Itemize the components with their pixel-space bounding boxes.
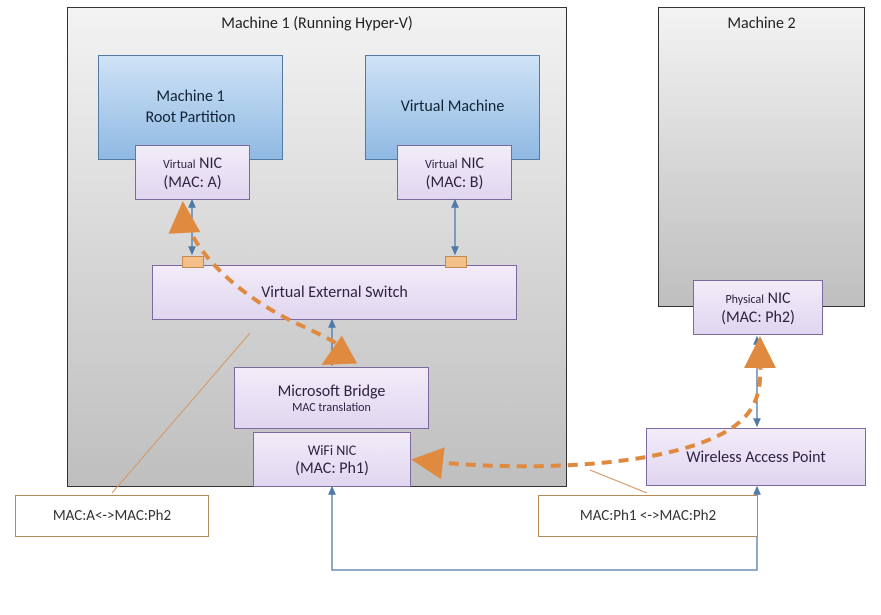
annot-left: MAC:A<->MAC:Ph2 [15,495,209,537]
wap-label: Wireless Access Point [686,448,826,467]
physical-nic: Physical NIC (MAC: Ph2) [693,280,823,335]
machine2-title: Machine 2 [659,14,864,33]
virtual-nic-b: Virtual NIC (MAC: B) [397,145,512,200]
nic-a-small: Virtual [163,158,196,172]
bridge-box: Microsoft Bridge MAC translation [234,367,429,429]
phys-big: NIC [768,289,791,308]
nic-b-small: Virtual [425,158,458,172]
annot-left-text: MAC:A<->MAC:Ph2 [53,507,171,525]
root-line1: Machine 1 [156,87,224,108]
wap-box: Wireless Access Point [646,428,866,486]
virtual-switch: Virtual External Switch [152,265,517,320]
bridge-sub: MAC translation [292,401,371,415]
switch-label: Virtual External Switch [261,283,408,302]
ptr-right-annot [590,470,647,493]
annot-right-text: MAC:Ph1 <->MAC:Ph2 [580,507,716,525]
vm-label: Virtual Machine [401,97,505,118]
nic-a-big: NIC [199,154,222,173]
wifi-mac: (MAC: Ph1) [295,459,369,478]
wifi-nic: WiFi NIC (MAC: Ph1) [253,432,411,487]
wifi-label: WiFi NIC [308,442,357,459]
phys-small: Physical [725,293,764,307]
bridge-label: Microsoft Bridge [278,382,386,401]
root-line2: Root Partition [145,108,235,129]
nic-b-mac: (MAC: B) [426,173,484,192]
switch-tab-left [182,256,204,268]
machine1-title: Machine 1 (Running Hyper-V) [68,14,566,33]
annot-right: MAC:Ph1 <->MAC:Ph2 [538,495,758,537]
nic-a-mac: (MAC: A) [163,173,221,192]
machine2-panel: Machine 2 [658,7,865,307]
switch-tab-right [445,256,467,268]
virtual-nic-a: Virtual NIC (MAC: A) [135,145,250,200]
nic-b-big: NIC [461,154,484,173]
phys-mac: (MAC: Ph2) [721,308,795,327]
